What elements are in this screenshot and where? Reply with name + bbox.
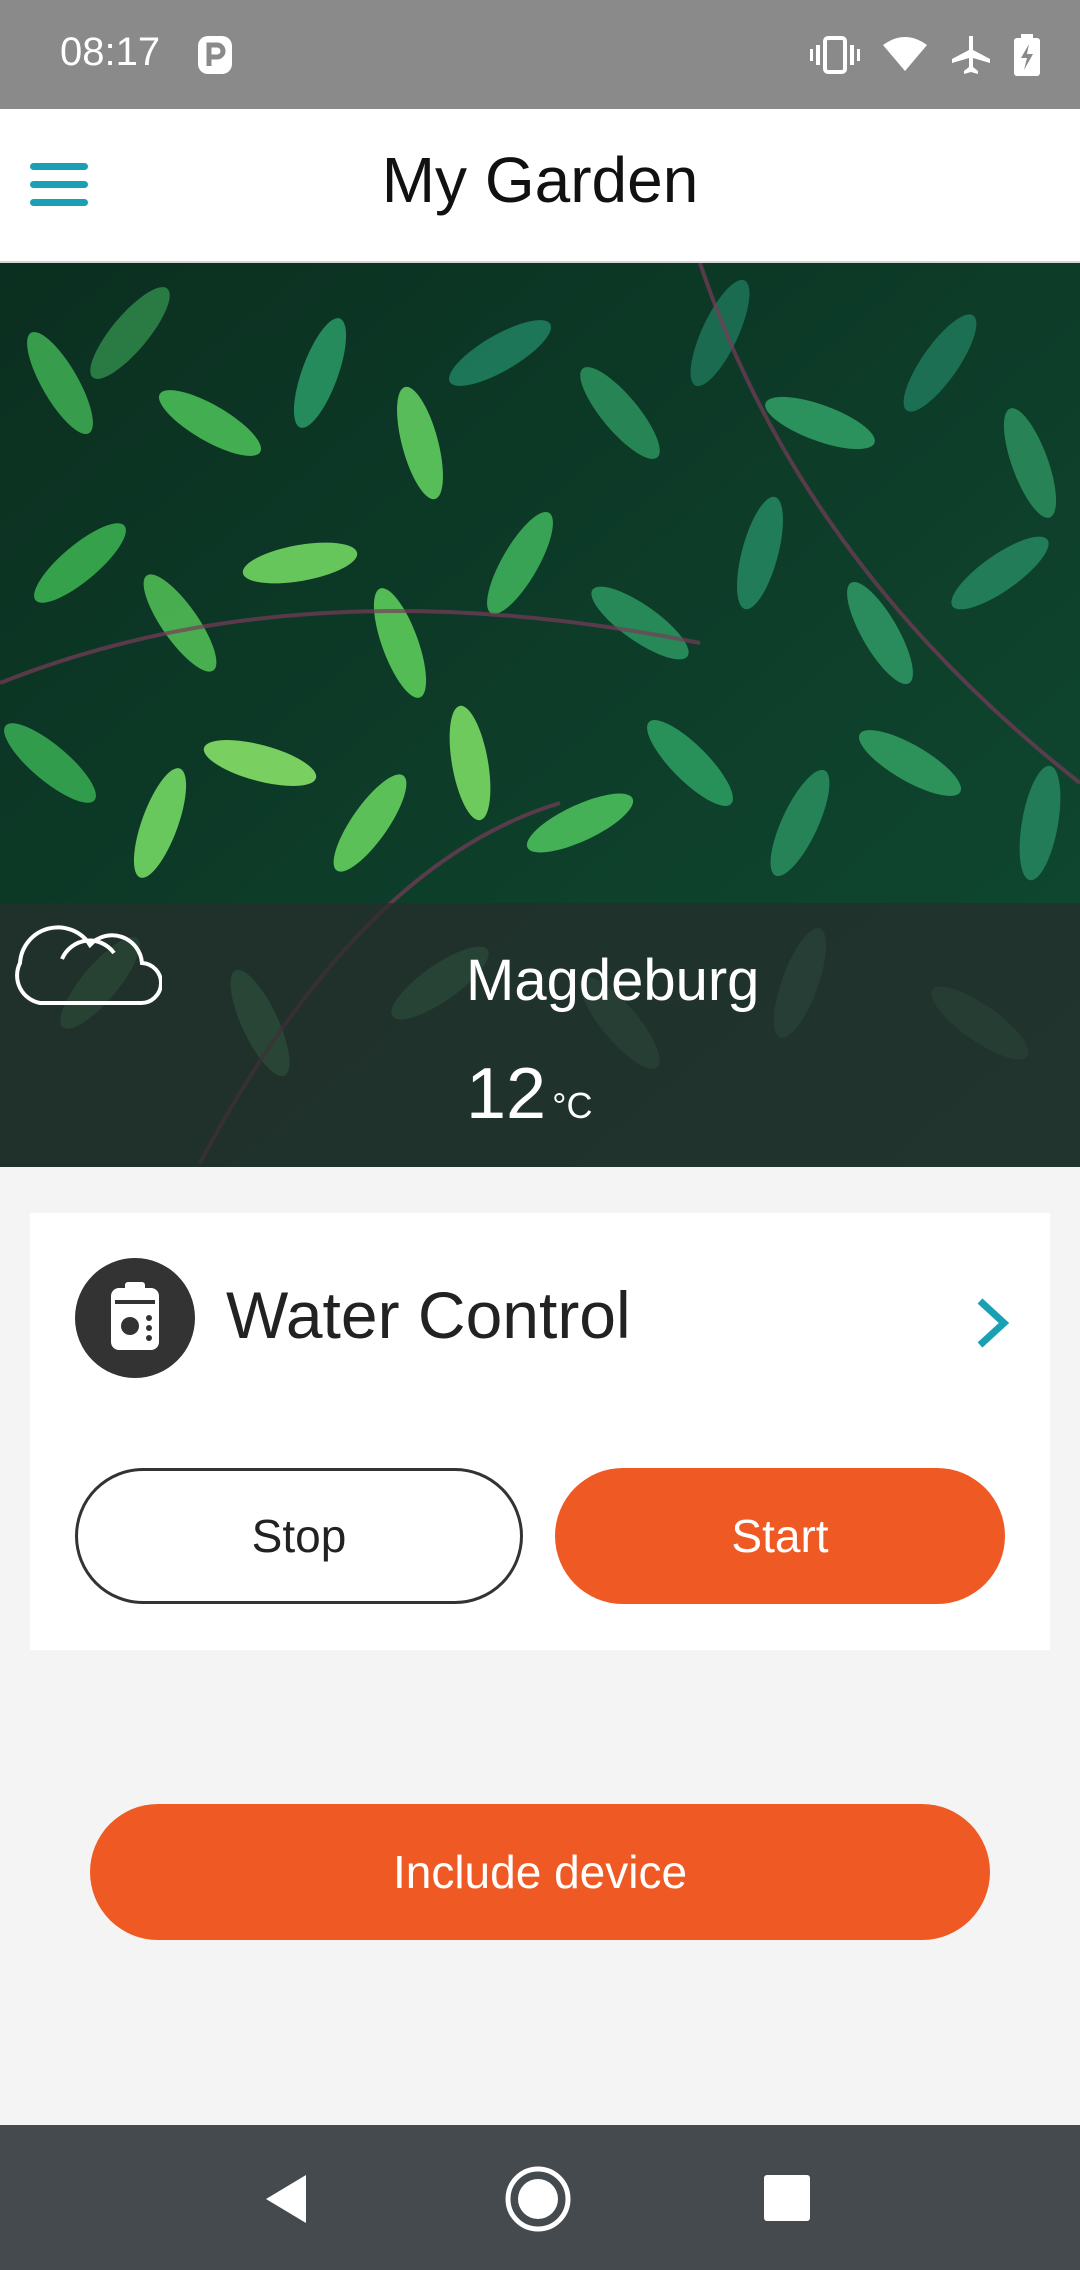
weather-city: Magdeburg [466, 948, 760, 1013]
include-device-button[interactable]: Include device [90, 1804, 990, 1940]
home-icon[interactable] [504, 2165, 572, 2233]
device-name[interactable]: Water Control [226, 1277, 631, 1353]
page-title: My Garden [381, 144, 699, 216]
water-control-device-icon [75, 1258, 195, 1378]
recents-icon[interactable] [764, 2175, 810, 2221]
temperature-unit: °C [552, 1085, 593, 1126]
chevron-right-icon[interactable] [970, 1295, 1014, 1351]
weather-temperature: 12 °C [466, 1053, 593, 1135]
temperature-value: 12 [466, 1054, 547, 1134]
device-card: Water Control Stop Start [30, 1213, 1050, 1650]
airplane-icon [952, 36, 990, 74]
garden-hero-image: Magdeburg 12 °C [0, 263, 1080, 1167]
start-button[interactable]: Start [555, 1468, 1005, 1604]
status-time: 08:17 [60, 30, 161, 74]
status-bar: 08:17 [0, 0, 1080, 109]
wifi-icon [883, 37, 927, 71]
weather-panel: Magdeburg 12 °C [0, 903, 1080, 1167]
app-bar: My Garden [0, 109, 1080, 263]
vibrate-icon [810, 36, 860, 74]
back-icon[interactable] [262, 2173, 310, 2225]
battery-charging-icon [1014, 34, 1040, 76]
parking-icon [198, 36, 232, 74]
navigation-bar [0, 2125, 1080, 2270]
status-icons [810, 30, 1040, 80]
cloud-icon [15, 925, 162, 1006]
stop-button[interactable]: Stop [75, 1468, 523, 1604]
